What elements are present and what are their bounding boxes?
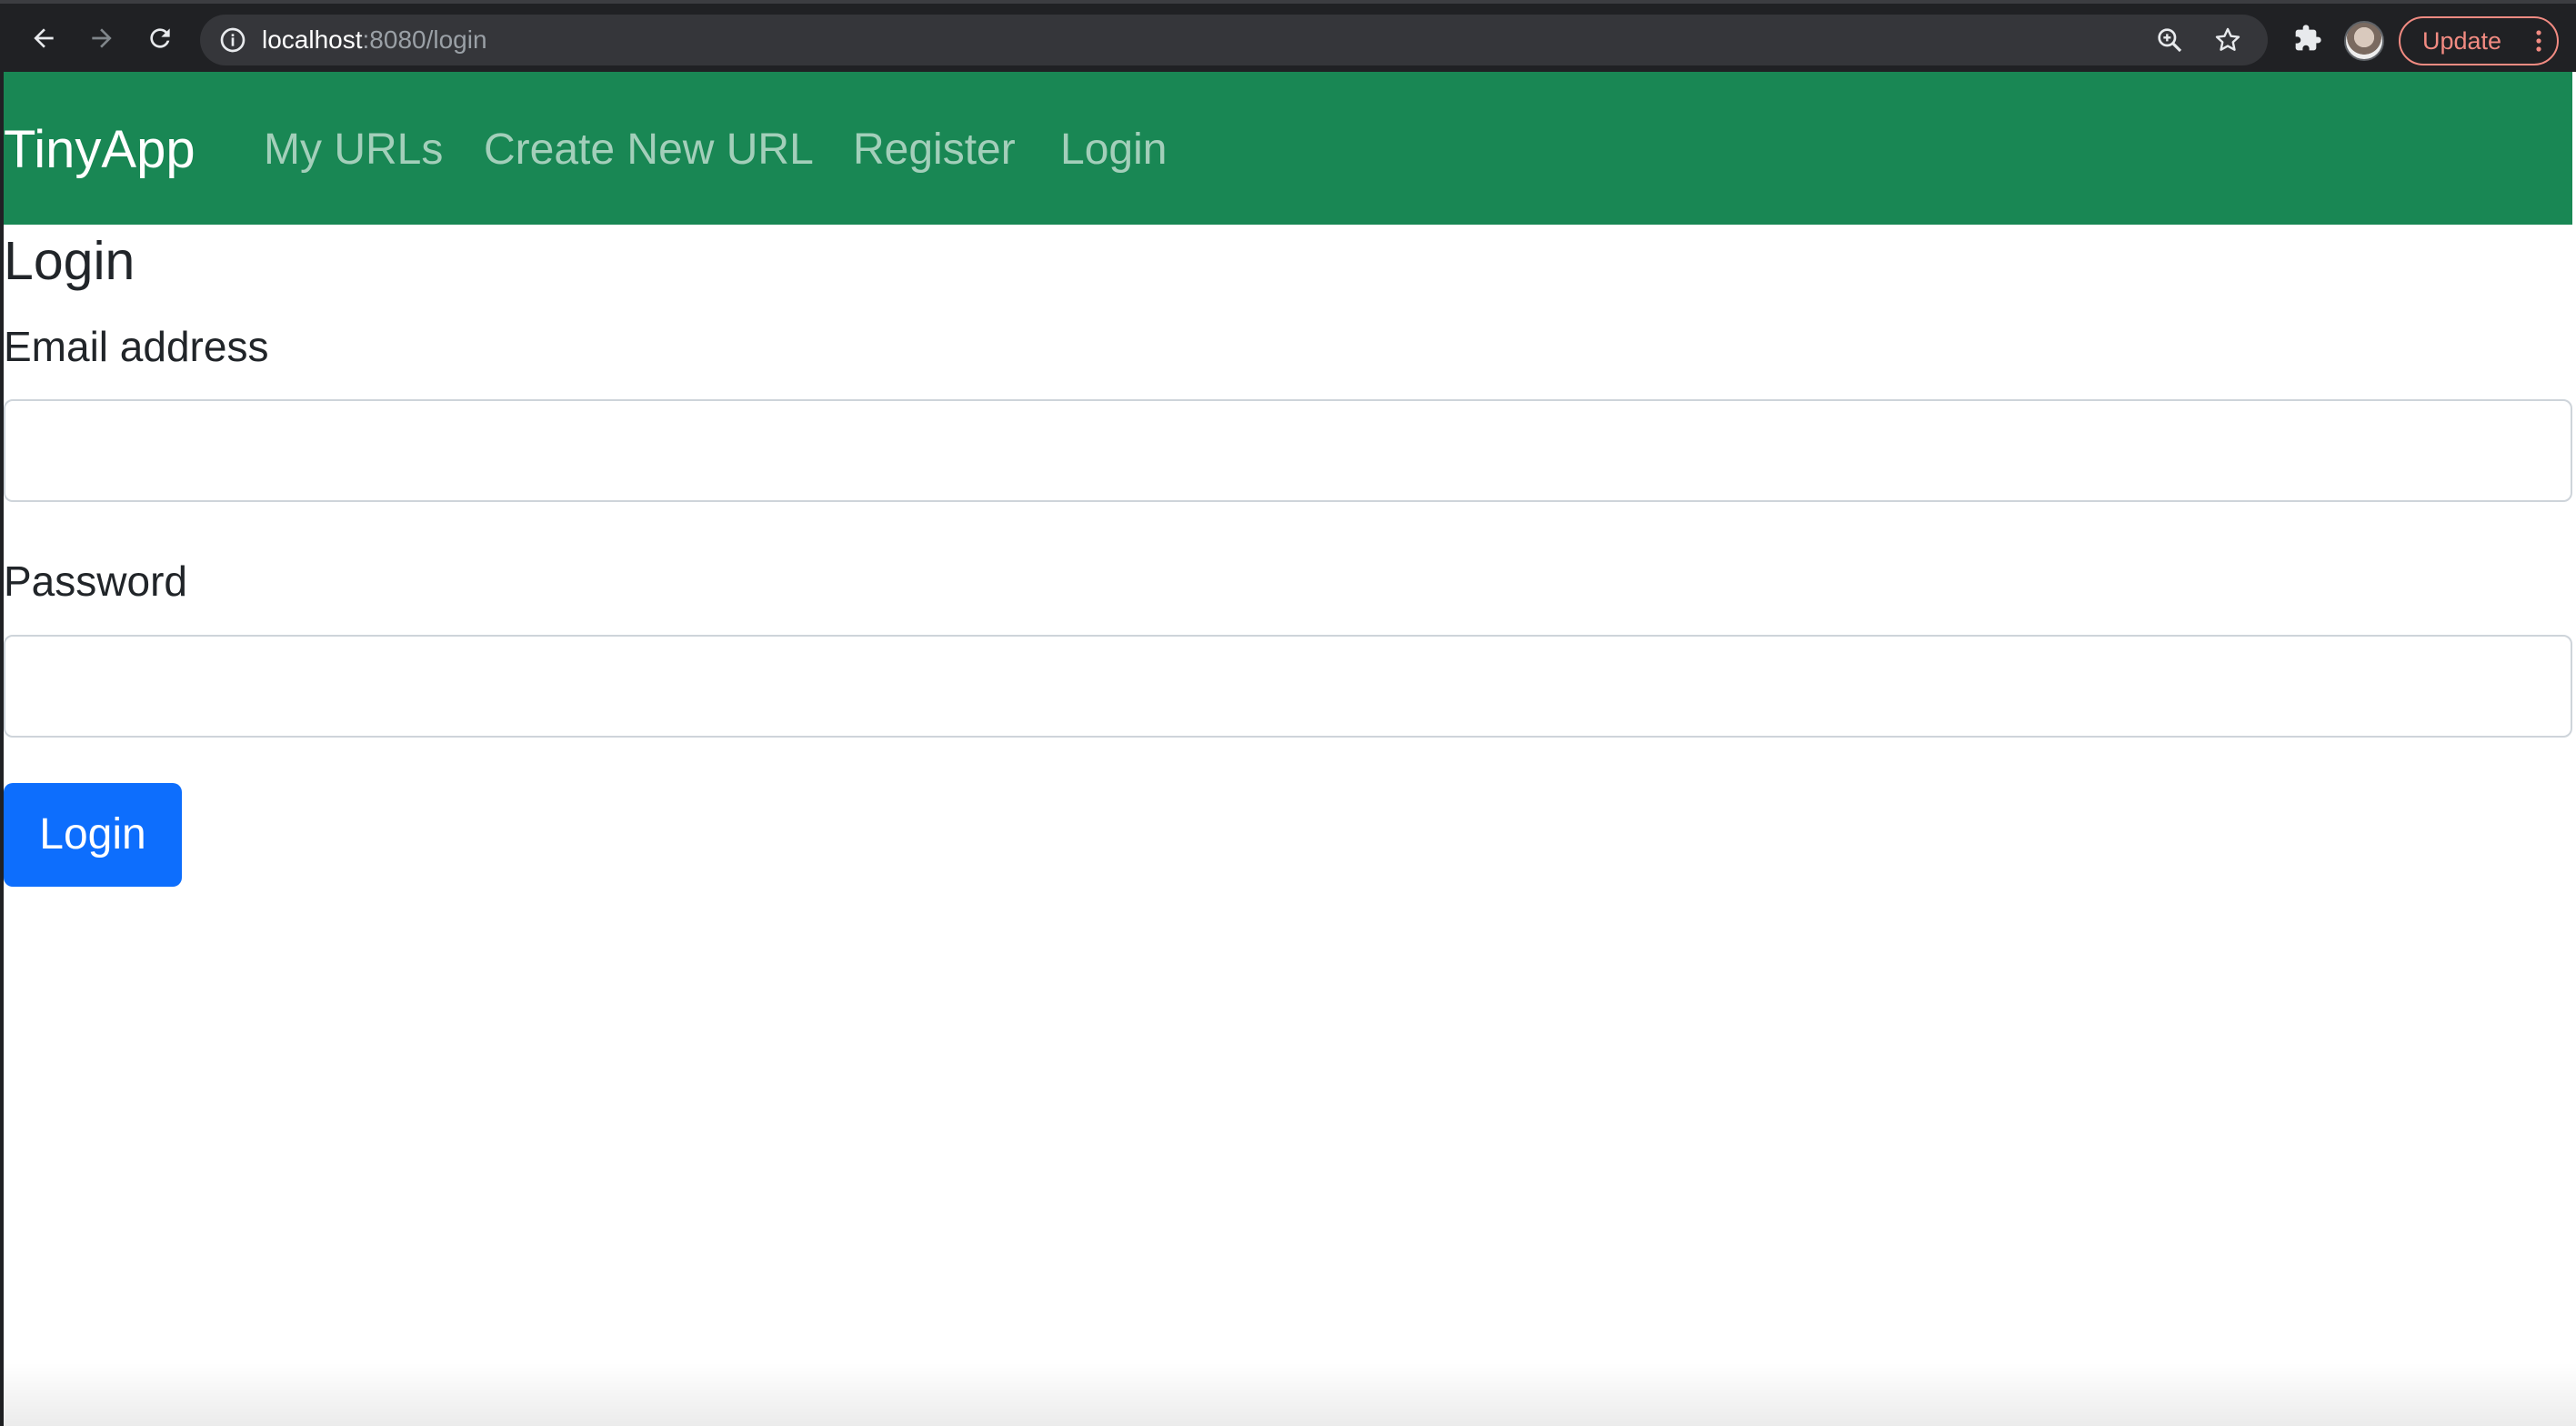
email-field[interactable] xyxy=(4,399,2572,502)
url-host: localhost xyxy=(262,25,363,54)
reload-button[interactable] xyxy=(140,18,180,58)
back-button[interactable] xyxy=(24,18,64,58)
url-path: :8080/login xyxy=(362,25,487,54)
browser-toolbar: localhost:8080/login Update xyxy=(0,0,2576,72)
update-label: Update xyxy=(2422,27,2502,55)
star-icon[interactable] xyxy=(2213,25,2242,55)
email-label: Email address xyxy=(4,323,269,370)
brand-link[interactable]: TinyApp xyxy=(4,119,195,181)
page-title: Login xyxy=(4,231,135,291)
puzzle-icon xyxy=(2295,25,2321,51)
arrow-left-icon xyxy=(34,28,54,48)
zoom-icon[interactable] xyxy=(2155,25,2184,55)
password-label: Password xyxy=(4,557,187,605)
url-text[interactable]: localhost:8080/login xyxy=(262,25,487,55)
nav-link-create-new-url[interactable]: Create New URL xyxy=(484,121,814,179)
navbar: TinyApp My URLs Create New URL Register … xyxy=(4,72,2572,225)
nav-link-login[interactable]: Login xyxy=(1060,121,1167,179)
info-icon[interactable] xyxy=(218,25,247,55)
nav-link-register[interactable]: Register xyxy=(853,121,1016,179)
reload-icon xyxy=(150,28,170,48)
extensions-button[interactable] xyxy=(2288,18,2328,58)
arrow-right-icon xyxy=(92,28,112,48)
forward-button[interactable] xyxy=(82,18,122,58)
login-button[interactable]: Login xyxy=(4,783,182,887)
kebab-menu-icon xyxy=(2536,30,2541,52)
password-field[interactable] xyxy=(4,635,2572,738)
address-bar[interactable]: localhost:8080/login xyxy=(200,15,2268,65)
nav-link-my-urls[interactable]: My URLs xyxy=(264,121,443,179)
profile-avatar[interactable] xyxy=(2344,21,2384,61)
bottom-shadow xyxy=(0,1362,2576,1426)
page-content: TinyApp My URLs Create New URL Register … xyxy=(4,72,2572,1426)
update-button[interactable]: Update xyxy=(2399,16,2559,65)
